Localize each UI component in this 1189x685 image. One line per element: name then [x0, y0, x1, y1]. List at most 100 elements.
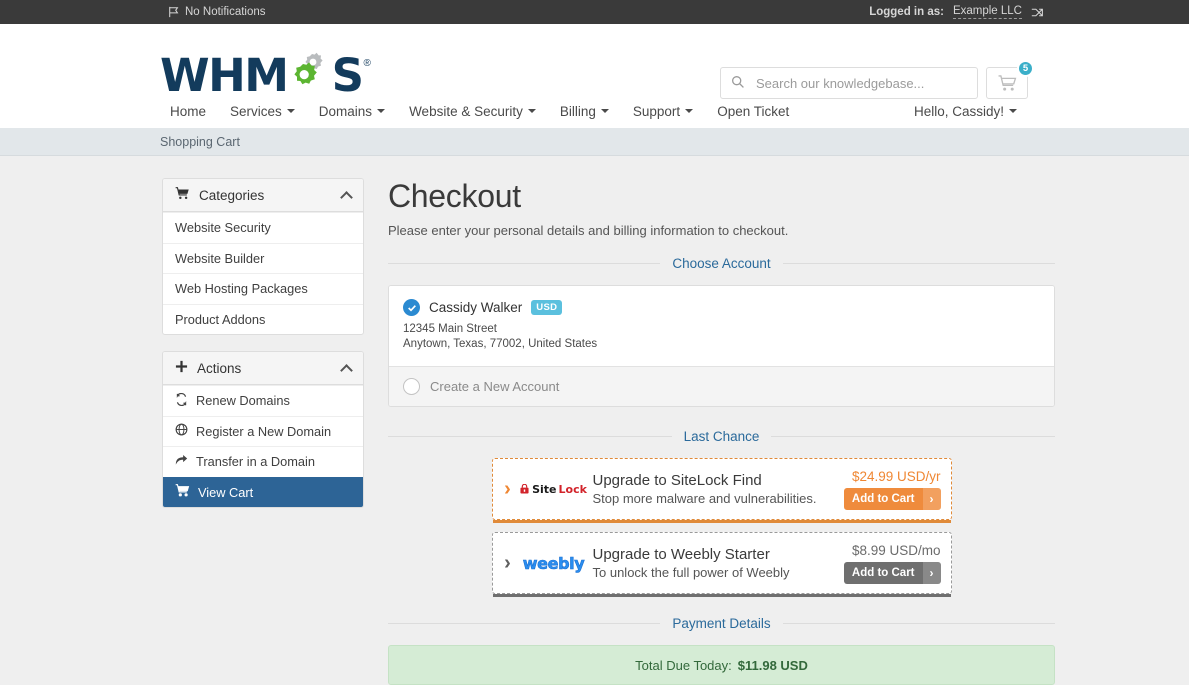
divider-right	[782, 623, 1056, 624]
gear-icon	[286, 49, 332, 95]
upsell-title: Upgrade to SiteLock Find	[592, 471, 762, 489]
cart-count-badge: 5	[1017, 60, 1034, 77]
notifications-area[interactable]: No Notifications	[168, 6, 266, 18]
sidebar-item-label: Register a New Domain	[196, 423, 332, 439]
breadcrumb-item-shopping-cart[interactable]: Shopping Cart	[160, 135, 240, 149]
search-input[interactable]	[754, 74, 967, 92]
sidebar-item-web-hosting-packages[interactable]: Web Hosting Packages	[163, 273, 363, 304]
sidebar-item-transfer-in-domain[interactable]: Transfer in a Domain	[163, 446, 363, 477]
nav-item-support[interactable]: Support	[621, 104, 705, 119]
upsell-description: Stop more malware and vulnerabilities.	[592, 490, 817, 506]
sitelock-logo-part2: Lock	[558, 482, 587, 496]
nav-item-home[interactable]: Home	[160, 104, 218, 119]
panel-actions: Actions Renew Domains Register a New Dom…	[162, 351, 364, 508]
sidebar-item-label: Web Hosting Packages	[175, 281, 308, 297]
sidebar-item-label: Transfer in a Domain	[196, 454, 316, 470]
nav-item-domains[interactable]: Domains	[307, 104, 397, 119]
logged-in-area: Logged in as: Example LLC	[869, 5, 1044, 19]
logo-registered-mark: ®	[363, 58, 371, 69]
nav-item-services[interactable]: Services	[218, 104, 307, 119]
main-panel: Checkout Please enter your personal deta…	[388, 178, 1056, 685]
chevron-down-icon	[286, 109, 295, 113]
nav-label: Domains	[318, 103, 373, 119]
upsell-weebly[interactable]: › weebly Upgrade to Weebly Starter To un…	[491, 532, 952, 597]
chevron-up-icon[interactable]	[340, 363, 353, 377]
user-menu[interactable]: Hello, Cassidy!	[904, 104, 1029, 119]
logged-in-label: Logged in as:	[869, 6, 944, 18]
chevron-right-icon: ›	[504, 478, 511, 500]
panel-title: Actions	[197, 360, 242, 376]
notifications-label: No Notifications	[185, 6, 266, 18]
sitelock-logo-icon: Site Lock	[520, 482, 587, 496]
upsell-description: To unlock the full power of Weebly	[592, 564, 790, 580]
sidebar-item-view-cart[interactable]: View Cart	[163, 476, 363, 507]
total-due-banner: Total Due Today: $11.98 USD	[388, 645, 1055, 685]
sidebar-item-website-security[interactable]: Website Security	[163, 212, 363, 243]
sidebar-item-label: View Cart	[198, 484, 254, 500]
nav-item-open-ticket[interactable]: Open Ticket	[705, 104, 801, 119]
legend-label: Payment Details	[672, 616, 771, 631]
transfer-icon	[175, 454, 188, 470]
nav-label: Website & Security	[409, 103, 523, 119]
whmcs-logo[interactable]: WHM S ®	[160, 49, 371, 102]
nav-label: Billing	[559, 103, 596, 119]
account-option-create-new[interactable]: Create a New Account	[389, 366, 1054, 406]
breadcrumb: Shopping Cart	[0, 128, 1189, 156]
panel-categories-header[interactable]: Categories	[163, 179, 363, 212]
add-to-cart-label: Add to Cart	[851, 492, 915, 505]
company-link[interactable]: Example LLC	[952, 5, 1022, 19]
radio-unselected-icon[interactable]	[403, 378, 420, 395]
chevron-up-icon[interactable]	[340, 190, 353, 204]
flag-icon	[168, 6, 180, 18]
upsell-action-area: $8.99 USD/mo Add to Cart ›	[829, 543, 941, 584]
upsell-text: Upgrade to SiteLock Find Stop more malwa…	[593, 471, 819, 508]
add-to-cart-button-weebly[interactable]: Add to Cart ›	[843, 561, 941, 584]
add-to-cart-label: Add to Cart	[851, 566, 915, 579]
account-address-line2: Anytown, Texas, 77002, United States	[403, 338, 598, 350]
user-menu-label: Hello, Cassidy!	[913, 103, 1004, 119]
nav-item-website-security[interactable]: Website & Security	[397, 104, 548, 119]
nav-label: Open Ticket	[717, 103, 790, 119]
upsell-text: Upgrade to Weebly Starter To unlock the …	[593, 545, 819, 582]
refresh-icon	[175, 392, 188, 409]
radio-selected-icon[interactable]	[403, 299, 420, 316]
sidebar: Categories Website Security Website Buil…	[162, 178, 364, 685]
chevron-down-icon	[377, 109, 386, 113]
divider-left	[388, 436, 672, 437]
panel-actions-header[interactable]: Actions	[163, 352, 363, 385]
last-chance-legend: Last Chance	[388, 429, 1055, 444]
sidebar-item-register-new-domain[interactable]: Register a New Domain	[163, 415, 363, 447]
divider-left	[388, 623, 661, 624]
legend-label: Last Chance	[683, 429, 760, 444]
globe-icon	[175, 423, 188, 439]
sidebar-item-website-builder[interactable]: Website Builder	[163, 242, 363, 274]
top-utility-bar: No Notifications Logged in as: Example L…	[0, 0, 1189, 24]
sidebar-item-label: Product Addons	[175, 311, 266, 327]
plus-icon	[175, 360, 188, 376]
chevron-right-icon: ›	[922, 487, 941, 510]
sidebar-item-renew-domains[interactable]: Renew Domains	[163, 385, 363, 416]
panel-categories: Categories Website Security Website Buil…	[162, 178, 364, 335]
chevron-right-icon: ›	[922, 561, 941, 584]
nav-label: Home	[170, 103, 207, 119]
switch-account-icon[interactable]	[1031, 6, 1044, 19]
divider-right	[782, 263, 1056, 264]
sitelock-logo-part1: Site	[532, 482, 557, 496]
total-due-label: Total Due Today:	[635, 657, 732, 673]
nav-item-billing[interactable]: Billing	[548, 104, 621, 119]
chevron-right-icon: ›	[504, 552, 511, 574]
page-title: Checkout	[388, 178, 521, 214]
account-option-existing[interactable]: Cassidy Walker USD 12345 Main Street Any…	[389, 286, 1054, 366]
chevron-down-icon	[685, 109, 694, 113]
chevron-down-icon	[1009, 109, 1017, 113]
account-chooser: Cassidy Walker USD 12345 Main Street Any…	[388, 285, 1055, 407]
nav-label: Support	[632, 103, 681, 119]
upsell-sitelock[interactable]: › Site Lock Upgrade to SiteLock Find Stop…	[491, 458, 952, 523]
add-to-cart-button-sitelock[interactable]: Add to Cart ›	[843, 487, 941, 510]
user-menu-area: Hello, Cassidy!	[904, 94, 1029, 128]
sidebar-item-product-addons[interactable]: Product Addons	[163, 303, 363, 335]
logo-text-end: S	[331, 49, 364, 102]
upsell-title: Upgrade to Weebly Starter	[592, 545, 770, 563]
page-subtitle: Please enter your personal details and b…	[388, 223, 789, 238]
nav-label: Services	[230, 103, 282, 119]
